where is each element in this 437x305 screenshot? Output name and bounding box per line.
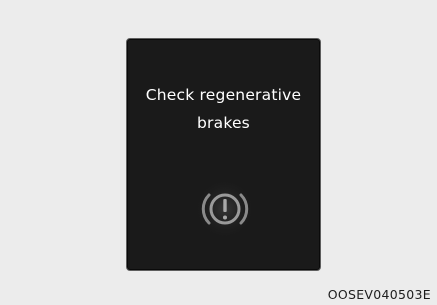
warning-message-line-2: brakes bbox=[197, 114, 250, 132]
warning-message: Check regenerative brakes bbox=[127, 81, 320, 137]
warning-message-line-1: Check regenerative bbox=[145, 86, 302, 104]
cluster-display-panel: Check regenerative brakes bbox=[126, 38, 321, 271]
image-reference-code: OOSEV040503E bbox=[327, 287, 431, 302]
regenerative-brake-warning-icon bbox=[194, 178, 256, 240]
